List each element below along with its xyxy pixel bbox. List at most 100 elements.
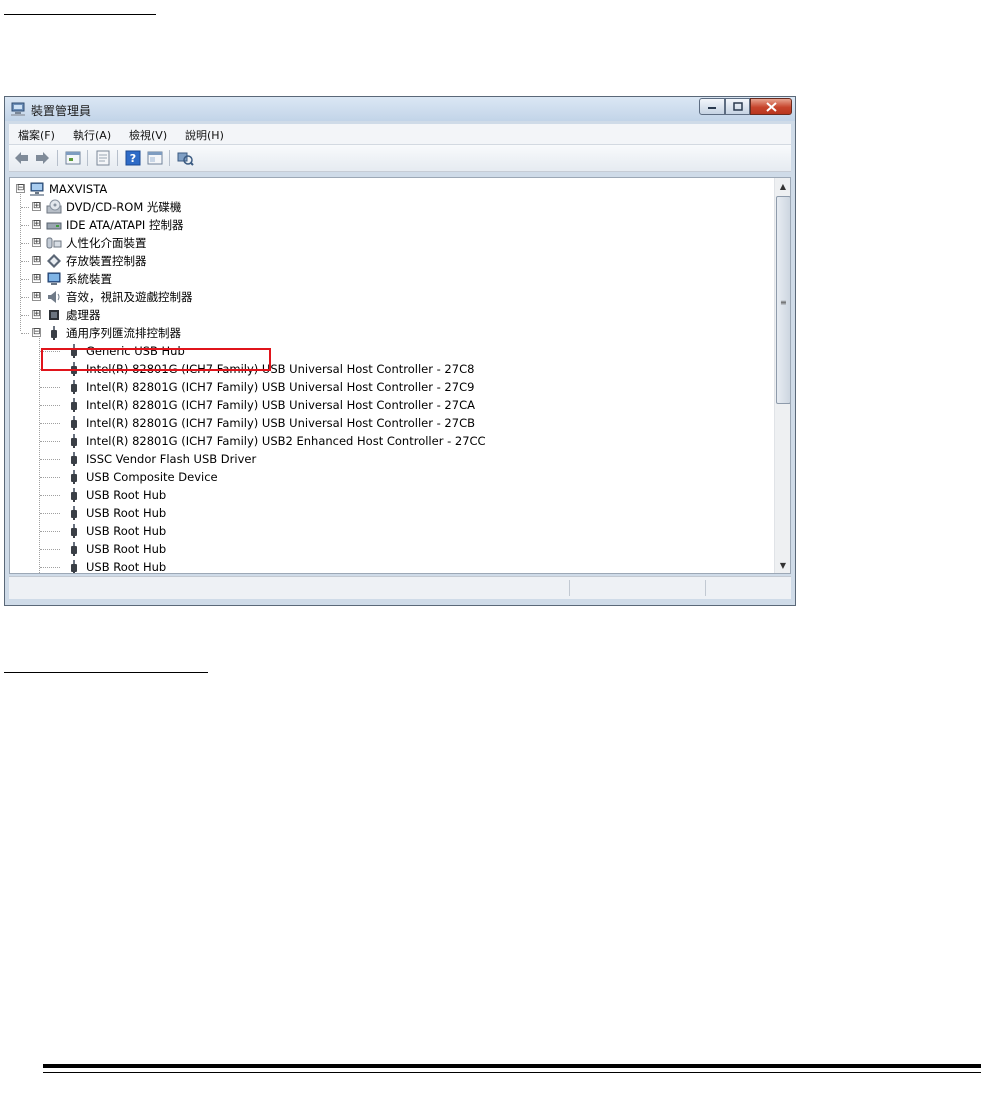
expander-system[interactable]: ⊞ [32, 274, 41, 283]
usb-device-icon [71, 560, 77, 573]
tree-category-label: IDE ATA/ATAPI 控制器 [66, 218, 184, 232]
properties-icon[interactable] [64, 149, 82, 167]
tree-device-label: USB Composite Device [86, 470, 218, 484]
tree-device-issc[interactable]: ISSC Vendor Flash USB Driver [66, 450, 256, 468]
tree-category-ide[interactable]: IDE ATA/ATAPI 控制器 [46, 216, 183, 234]
tree-connector [40, 423, 60, 424]
top-underline [4, 14, 156, 15]
forward-icon[interactable] [33, 149, 51, 167]
tree-device[interactable]: Intel(R) 82801G (ICH7 Family) USB Univer… [66, 378, 474, 396]
tree-category-hid[interactable]: 人性化介面裝置 [46, 234, 147, 252]
storage-controller-icon [47, 254, 61, 268]
tree-device[interactable]: Intel(R) 82801G (ICH7 Family) USB Univer… [66, 414, 475, 432]
device-manager-icon [11, 102, 25, 116]
scrollbar-grip-icon: ≡ [780, 298, 787, 307]
toolbar-separator [169, 150, 170, 166]
system-device-icon [47, 272, 61, 285]
minimize-icon [708, 106, 716, 109]
tree-device[interactable]: USB Root Hub [66, 558, 167, 574]
close-button[interactable] [750, 98, 792, 115]
expander-usb[interactable]: ⊟ [32, 328, 41, 337]
show-hide-icon[interactable] [146, 149, 164, 167]
tree-category-sound[interactable]: 音效，視訊及遊戲控制器 [46, 288, 193, 306]
vertical-scrollbar[interactable]: ▲ ≡ ▼ [774, 178, 790, 573]
expander-hid[interactable]: ⊞ [32, 238, 41, 247]
tree-connector [21, 225, 29, 226]
menu-bar: 檔案(F) 執行(A) 檢視(V) 說明(H) [9, 124, 791, 145]
scroll-up-arrow-icon[interactable]: ▲ [775, 178, 790, 194]
tree-connector [21, 261, 29, 262]
dvd-drive-icon [46, 199, 62, 214]
tree-category-system[interactable]: 系統裝置 [46, 270, 112, 288]
tree-connector [21, 207, 29, 208]
computer-icon [30, 182, 44, 196]
minimize-button[interactable] [699, 98, 725, 115]
tree-connector [40, 549, 60, 550]
tree-category-label: DVD/CD-ROM 光碟機 [66, 200, 182, 214]
help-icon[interactable]: ? [124, 149, 142, 167]
menu-view[interactable]: 檢視(V) [129, 127, 167, 143]
svg-text:?: ? [130, 152, 136, 165]
scroll-down-arrow-icon[interactable]: ▼ [775, 557, 790, 573]
menu-action[interactable]: 執行(A) [73, 127, 111, 143]
usb-device-icon [71, 542, 77, 556]
tree-category-usb[interactable]: 通用序列匯流排控制器 [46, 324, 181, 342]
expander-sound[interactable]: ⊞ [32, 292, 41, 301]
tree-device-label: Intel(R) 82801G (ICH7 Family) USB2 Enhan… [86, 434, 486, 448]
expander-ide[interactable]: ⊞ [32, 220, 41, 229]
tree-category-label: 存放裝置控制器 [66, 254, 147, 268]
usb-device-icon [71, 470, 77, 484]
menu-help[interactable]: 說明(H) [185, 127, 224, 143]
menu-file[interactable]: 檔案(F) [18, 127, 55, 143]
expander-storage[interactable]: ⊞ [32, 256, 41, 265]
tree-root-label: MAXVISTA [49, 182, 108, 196]
device-tree[interactable]: ⊟ MAXVISTA ⊞ DVD/CD-ROM 光碟機 ⊞ IDE ATA/AT… [9, 177, 791, 574]
usb-device-icon [71, 416, 77, 430]
tree-device-label: Intel(R) 82801G (ICH7 Family) USB Univer… [86, 398, 475, 412]
tree-device[interactable]: USB Root Hub [66, 522, 166, 540]
expander-dvd[interactable]: ⊞ [32, 202, 41, 211]
usb-device-icon [71, 506, 77, 520]
tree-category-processor[interactable]: 處理器 [46, 306, 101, 324]
tree-connector [40, 405, 60, 406]
status-bar [9, 576, 791, 599]
tree-device-label: USB Root Hub [86, 542, 167, 556]
usb-device-icon [71, 488, 77, 502]
sound-icon [48, 291, 60, 303]
tree-connector [40, 441, 60, 442]
tree-category-dvd[interactable]: DVD/CD-ROM 光碟機 [46, 198, 181, 216]
tree-device[interactable]: USB Root Hub [66, 504, 166, 522]
tree-device-label: USB Root Hub [86, 560, 167, 574]
tree-category-storage[interactable]: 存放裝置控制器 [46, 252, 147, 270]
expander-processor[interactable]: ⊞ [32, 310, 41, 319]
back-icon[interactable] [13, 149, 31, 167]
tree-device-label: USB Root Hub [86, 488, 167, 502]
tree-device-label: Intel(R) 82801G (ICH7 Family) USB Univer… [86, 380, 475, 394]
maximize-button[interactable] [725, 98, 750, 115]
toolbar-separator [87, 150, 88, 166]
tree-device-label: USB Root Hub [86, 506, 167, 520]
tree-root[interactable]: MAXVISTA [29, 180, 107, 198]
tree-connector [21, 243, 29, 244]
expander-root[interactable]: ⊟ [16, 184, 25, 193]
usb-icon [51, 326, 57, 340]
tree-device-label: USB Root Hub [86, 524, 167, 538]
tree-device[interactable]: USB Root Hub [66, 486, 166, 504]
usb-device-icon [71, 434, 77, 448]
print-icon[interactable] [94, 149, 112, 167]
processor-icon [49, 310, 59, 320]
tree-device[interactable]: Intel(R) 82801G (ICH7 Family) USB2 Enhan… [66, 432, 486, 450]
tree-device[interactable]: USB Root Hub [66, 540, 166, 558]
tree-device[interactable]: Intel(R) 82801G (ICH7 Family) USB Univer… [66, 396, 475, 414]
tree-device-label: ISSC Vendor Flash USB Driver [86, 452, 257, 466]
tree-device[interactable]: USB Composite Device [66, 468, 218, 486]
title-bar[interactable]: 裝置管理員 [5, 97, 795, 121]
tree-connector [21, 315, 29, 316]
scan-hardware-icon[interactable] [176, 149, 194, 167]
tree-connector [21, 279, 29, 280]
section-underline [4, 672, 208, 673]
highlight-box [41, 348, 271, 371]
tree-connector [40, 495, 60, 496]
tree-connector [21, 333, 29, 334]
tree-connector [40, 513, 60, 514]
